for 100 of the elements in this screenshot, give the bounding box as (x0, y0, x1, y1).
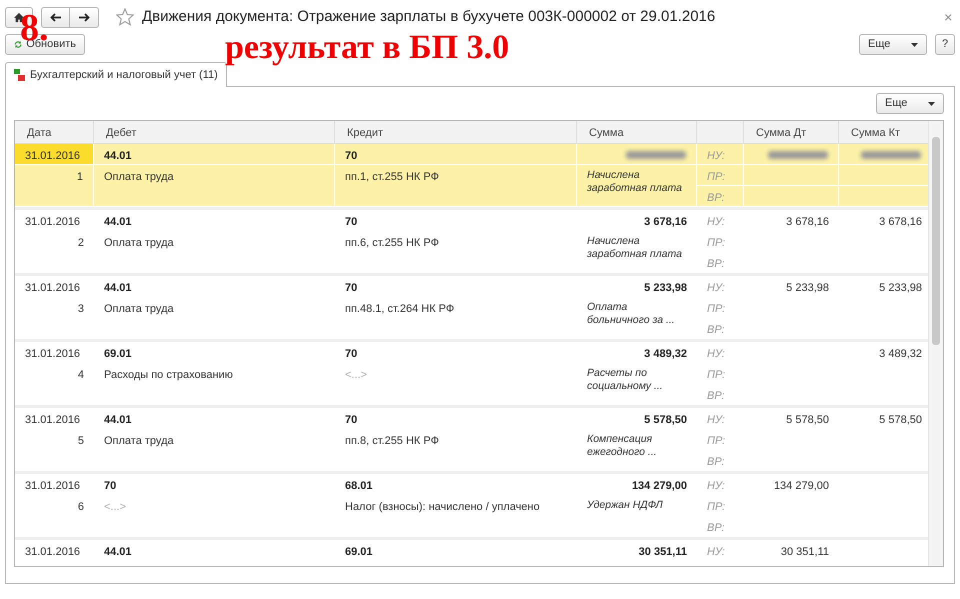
field-label: ПР: (706, 236, 726, 250)
scrollbar[interactable] (928, 120, 943, 566)
table-cell-text: 5 233,98 (785, 280, 830, 296)
table-row[interactable]: 31.01.2016 69.01 70 3 489,32 НУ: ПР: ВР: 3 489,32 4 Расходы по страхованию <...> Расчеты по социальному ... (15, 338, 928, 404)
table-cell-text: Удержан НДФЛ (586, 498, 664, 512)
table-cell-text: 2 (76, 236, 85, 250)
table-cell-text: пп.8, ст.255 НК РФ (344, 434, 440, 448)
table-cell-text: Налог (взносы): начислено / уплачено (344, 500, 541, 514)
table-cell-text: 69.01 (103, 346, 133, 362)
table-cell-text: <...> (344, 368, 368, 382)
scrollbar-thumb[interactable] (932, 136, 940, 344)
table-cell-text: 3 489,32 (878, 346, 923, 362)
table-cell-text: 31.01.2016 (24, 280, 82, 296)
more-button[interactable]: Еще (859, 34, 927, 55)
table-cell-text: 68.01 (344, 478, 374, 494)
annotation-text: результат в БП 3.0 (225, 28, 510, 68)
table-cell-text: 3 678,16 (878, 214, 923, 230)
table-cell-text: Оплата труда (103, 236, 175, 250)
field-label: НУ: (706, 544, 726, 560)
field-label: ПР: (706, 434, 726, 448)
table-cell-text: 5 (76, 434, 85, 448)
table-cell-text: 5 578,50 (643, 412, 688, 428)
table-cell-text: Расчеты по социальному ... (586, 366, 664, 394)
table-cell-text: 31.01.2016 (24, 544, 82, 560)
table-cell-text: Начислена заработная плата (586, 234, 683, 262)
table-row[interactable]: 31.01.2016 44.01 70 5 233,98 НУ: ПР: ВР: 5 233,98 5 233,98 3 Оплата труда пп.48.1, ст.264 НК РФ Оплата больничного за ... (15, 272, 928, 338)
field-label: ВР: (706, 322, 726, 338)
field-label: ПР: (706, 368, 726, 382)
field-label: ВР: (706, 388, 726, 404)
table-cell-text: 3 489,32 (643, 346, 688, 362)
field-label: ПР: (706, 500, 726, 514)
table-cell: 31.01.2016 (15, 144, 94, 164)
field-label: ВР: (706, 454, 726, 470)
table-cell-text: Оплата больничного за ... (586, 300, 676, 328)
field-label: ВР: (706, 256, 726, 272)
table-cell-text: 5 578,50 (785, 412, 830, 428)
table-cell-text: 5 578,50 (878, 412, 923, 428)
field-label: НУ: (706, 478, 726, 494)
table-cell-text: пп.6, ст.255 НК РФ (344, 236, 440, 250)
table-cell: пп.1, ст.255 НК РФ (335, 164, 577, 206)
table-cell-text: 44.01 (103, 544, 133, 560)
table-row[interactable]: 31.01.2016 70 68.01 134 279,00 НУ: ПР: ВР: 134 279,00 6 <...> Налог (взносы): начислено / уплачено Удержан НДФЛ (15, 470, 928, 536)
field-label: ВР: (697, 186, 744, 206)
table-row[interactable]: 31.01.2016 44.01 70 3 678,16 НУ: ПР: ВР: 3 678,16 3 678,16 2 Оплата труда пп.6, ст.255 НК РФ Начислена заработная плата (15, 206, 928, 272)
field-label: НУ: (706, 346, 726, 362)
table-cell-text: 134 279,00 (630, 478, 688, 494)
field-label: ПР: (706, 302, 726, 316)
table-cell-text: 70 (344, 346, 358, 362)
field-label: НУ: (706, 214, 726, 230)
table-row[interactable]: 31.01.2016 44.01 70 НУ: ПР: ВР: 1 Оплата труда пп.1, ст.255 НК РФ Начислена заработная плата (15, 144, 928, 206)
table-cell-text: 30 351,11 (638, 544, 688, 560)
table-cell: Оплата труда (94, 164, 335, 206)
more-button[interactable]: Еще (876, 93, 944, 114)
table-cell-text: 31.01.2016 (24, 412, 82, 428)
table-cell-text: 5 233,98 (878, 280, 923, 296)
table-cell-text: 31.01.2016 (24, 214, 82, 230)
tab[interactable]: Бухгалтерский и налоговый учет (11) (5, 62, 227, 87)
caret-icon (928, 102, 935, 106)
table-cell-text: 30 351,11 (780, 544, 830, 560)
table-cell-text: 70 (344, 214, 358, 230)
table-cell-text: 70 (344, 412, 358, 428)
caret-icon (911, 42, 918, 46)
field-label: ВР: (706, 520, 726, 536)
table-cell-text: Оплата труда (103, 302, 175, 316)
refresh-icon (14, 39, 22, 50)
table-cell-text: 44.01 (103, 412, 133, 428)
table-cell-text: 5 233,98 (643, 280, 688, 296)
table-cell-text: 134 279,00 (772, 478, 830, 494)
arrow-right-icon (78, 12, 90, 22)
table-row[interactable]: 31.01.2016 44.01 70 5 578,50 НУ: ПР: ВР: 5 578,50 5 578,50 5 Оплата труда пп.8, ст.255 НК РФ Компенсация ежегодного ... (15, 404, 928, 470)
table-cell: Начислена заработная плата (577, 164, 697, 206)
help-button[interactable]: ? (935, 34, 955, 55)
table-cell-text: 31.01.2016 (24, 478, 82, 494)
field-label: НУ: (697, 144, 744, 164)
window-title: Движения документа: Отражение зарплаты в бухучете 003К-000002 от 29.01.2016 (142, 7, 716, 27)
table-cell-text: Оплата труда (103, 434, 175, 448)
table-cell-text: 70 (103, 478, 118, 494)
table-row[interactable]: 31.01.2016 44.01 69.01 30 351,11 НУ: 30 351,11 (15, 536, 928, 566)
table-cell-text: Компенсация ежегодного ... (586, 432, 658, 460)
forward-button[interactable] (70, 6, 100, 28)
table-cell-text: 3 678,16 (643, 214, 688, 230)
table-cell: 44.01 (94, 144, 335, 164)
field-label: НУ: (706, 280, 726, 296)
table-cell-text: 69.01 (344, 544, 374, 560)
debit-credit-icon (14, 68, 25, 81)
table-cell-text: 3 678,16 (785, 214, 830, 230)
table-cell-text: Расходы по страхованию (103, 368, 234, 382)
table-cell-text: 70 (344, 280, 358, 296)
table-cell-text: пп.48.1, ст.264 НК РФ (344, 302, 456, 316)
table-cell-text: 6 (76, 500, 85, 514)
arrow-left-icon (50, 12, 62, 22)
field-label: НУ: (706, 412, 726, 428)
close-icon[interactable]: × (944, 6, 952, 28)
star-icon[interactable] (116, 8, 134, 26)
field-label: ПР: (697, 164, 744, 186)
table-cell-text: 44.01 (103, 280, 133, 296)
table-cell-text: 31.01.2016 (24, 346, 82, 362)
table-cell-text: 3 (76, 302, 85, 316)
table-cell-text: <...> (103, 500, 128, 514)
table-cell-text: 4 (76, 368, 85, 382)
